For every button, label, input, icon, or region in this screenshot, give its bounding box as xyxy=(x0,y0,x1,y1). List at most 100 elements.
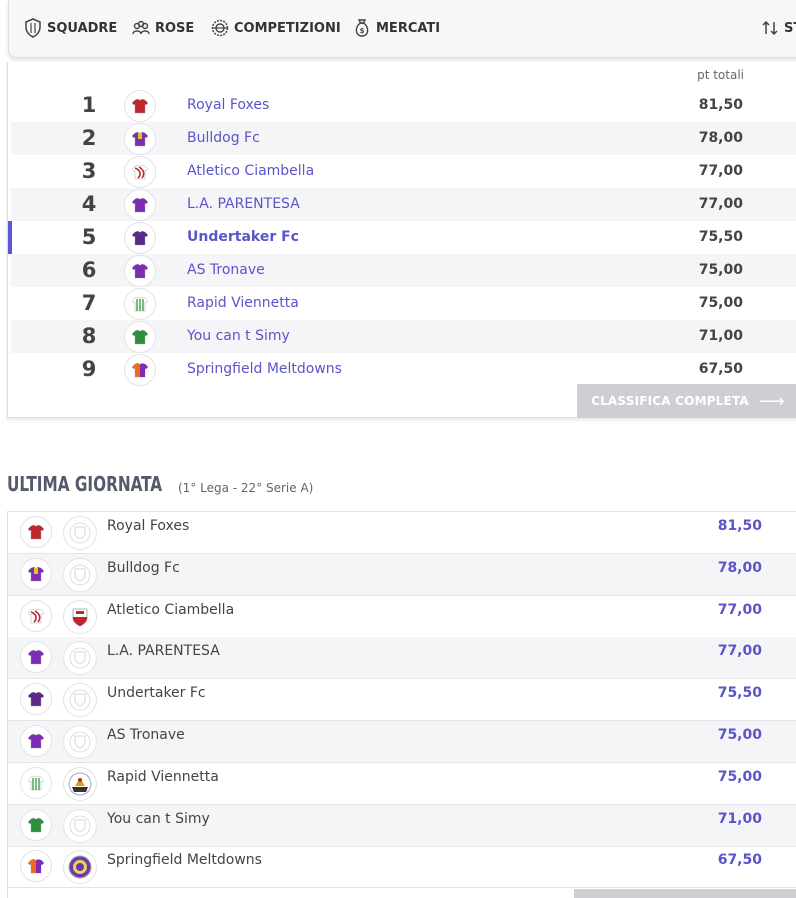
points-column-header: pt totali xyxy=(697,68,744,82)
team-name-link[interactable]: You can t Simy xyxy=(187,328,290,344)
last-round-row[interactable]: Rapid Viennetta 75,00 xyxy=(8,763,796,805)
team-name-link[interactable]: Springfield Meltdowns xyxy=(187,361,342,377)
total-points: 75,50 xyxy=(698,229,743,245)
last-round-row[interactable]: Atletico Ciambella 77,00 xyxy=(8,596,796,638)
jersey-icon xyxy=(20,599,52,632)
people-icon xyxy=(132,20,150,35)
round-points: 81,50 xyxy=(717,518,762,534)
jersey-icon xyxy=(124,255,156,287)
position: 4 xyxy=(81,192,97,216)
nav-competizioni[interactable]: COMPETIZIONI xyxy=(210,18,341,38)
full-standings-button[interactable]: CLASSIFICA COMPLETA ⟶ xyxy=(577,384,796,418)
standings-row[interactable]: 9 Springfield Meltdowns 67,50 xyxy=(11,353,796,386)
svg-text:$: $ xyxy=(360,27,365,35)
standings-row[interactable]: 3 Atletico Ciambella 77,00 xyxy=(11,155,796,188)
round-points: 75,50 xyxy=(717,685,762,702)
nav-label: ROSE xyxy=(155,20,195,36)
jersey-icon xyxy=(124,156,156,188)
standings-row[interactable]: 8 You can t Simy 71,00 xyxy=(11,320,796,353)
position: 7 xyxy=(81,291,97,315)
nav-rose[interactable]: ROSE xyxy=(131,18,194,38)
sort-icon xyxy=(762,20,778,36)
current-team-marker xyxy=(8,221,12,254)
team-name-link[interactable]: AS Tronave xyxy=(187,262,265,278)
last-round-row[interactable]: Royal Foxes 81,50 xyxy=(8,512,796,554)
arrow-right-icon: ⟶ xyxy=(758,390,785,412)
standings-row[interactable]: 1 Royal Foxes 81,50 xyxy=(11,89,796,122)
jersey-icon xyxy=(20,516,52,548)
jersey-icon xyxy=(124,288,156,320)
team-crest-icon xyxy=(63,766,97,801)
round-points: 77,00 xyxy=(717,601,762,618)
total-points: 77,00 xyxy=(698,163,743,179)
position: 1 xyxy=(81,93,97,117)
section-title: ULTIMA GIORNATA xyxy=(7,472,163,496)
team-name-link[interactable]: Bulldog Fc xyxy=(187,130,260,146)
team-name-link[interactable]: Royal Foxes xyxy=(187,97,269,113)
jersey-icon xyxy=(124,354,156,386)
standings-row[interactable]: 5 Undertaker Fc 75,50 xyxy=(8,221,796,254)
jersey-icon xyxy=(20,808,52,841)
total-points: 81,50 xyxy=(698,97,743,113)
button-label: CLASSIFICA COMPLETA xyxy=(591,394,749,408)
team-name-link[interactable]: Undertaker Fc xyxy=(187,229,299,245)
team-name: AS Tronave xyxy=(107,727,185,743)
round-points: 67,50 xyxy=(717,852,762,869)
last-round-row[interactable]: AS Tronave 75,00 xyxy=(8,721,796,763)
team-crest-icon xyxy=(63,850,97,885)
team-crest-icon xyxy=(63,683,97,718)
team-name: Springfield Meltdowns xyxy=(107,852,262,869)
nav-mercati[interactable]: $ MERCATI xyxy=(352,18,440,38)
last-round-row[interactable]: Undertaker Fc 75,50 xyxy=(8,679,796,722)
jersey-icon xyxy=(20,683,52,716)
total-points: 67,50 xyxy=(698,361,743,377)
top-nav: SQUADRE ROSE COMPETIZIONI $ MERCATI STA xyxy=(8,0,796,58)
team-name-link[interactable]: L.A. PARENTESA xyxy=(187,196,300,212)
team-name: Atletico Ciambella xyxy=(107,601,235,618)
position: 5 xyxy=(81,225,97,249)
team-crest-icon xyxy=(63,641,97,676)
team-name-link[interactable]: Atletico Ciambella xyxy=(187,163,314,179)
team-crest-icon xyxy=(63,557,97,592)
total-points: 78,00 xyxy=(698,130,743,146)
position: 3 xyxy=(81,159,97,183)
jersey-icon xyxy=(20,557,52,590)
team-name: Bulldog Fc xyxy=(107,559,180,576)
team-name: Undertaker Fc xyxy=(107,685,206,702)
total-points: 71,00 xyxy=(698,328,743,344)
nav-statistiche[interactable]: STA xyxy=(760,18,796,38)
standings-row[interactable]: 2 Bulldog Fc 78,00 xyxy=(11,122,796,155)
team-name-link[interactable]: Rapid Viennetta xyxy=(187,295,299,311)
total-points: 77,00 xyxy=(698,196,743,212)
standings-card: pt totali 1 Royal Foxes 81,50 2 Bulldog Fc 78… xyxy=(7,62,796,418)
jersey-icon xyxy=(124,321,156,353)
nav-squadre[interactable]: SQUADRE xyxy=(23,18,117,38)
last-round-list: Royal Foxes 81,50 Bulldog Fc 78,00 Atletico … xyxy=(7,511,796,898)
position: 9 xyxy=(81,357,97,381)
bottom-button[interactable] xyxy=(574,889,796,898)
team-name: Rapid Viennetta xyxy=(107,768,219,785)
jersey-icon xyxy=(20,725,52,757)
jersey-icon xyxy=(20,766,52,799)
team-name: You can t Simy xyxy=(107,810,210,827)
jersey-icon xyxy=(124,189,156,221)
jersey-icon xyxy=(124,222,156,254)
last-round-row[interactable]: L.A. PARENTESA 77,00 xyxy=(8,637,796,680)
team-name: L.A. PARENTESA xyxy=(107,643,220,660)
last-round-row[interactable]: Springfield Meltdowns 67,50 xyxy=(8,846,796,889)
total-points: 75,00 xyxy=(698,262,743,278)
nav-label: SQUADRE xyxy=(47,20,118,36)
standings-row[interactable]: 7 Rapid Viennetta 75,00 xyxy=(11,287,796,320)
jersey-icon xyxy=(124,90,156,122)
standings-row[interactable]: 6 AS Tronave 75,00 xyxy=(11,254,796,287)
jersey-icon xyxy=(20,850,52,883)
last-round-row[interactable]: You can t Simy 71,00 xyxy=(8,804,796,847)
total-points: 75,00 xyxy=(698,295,743,311)
nav-label: MERCATI xyxy=(376,20,441,36)
standings-row[interactable]: 4 L.A. PARENTESA 77,00 xyxy=(11,188,796,221)
last-round-row[interactable]: Bulldog Fc 78,00 xyxy=(8,553,796,596)
team-crest-icon xyxy=(63,516,97,550)
team-crest-icon xyxy=(63,808,97,843)
nav-label: COMPETIZIONI xyxy=(234,20,341,36)
position: 6 xyxy=(81,258,97,282)
